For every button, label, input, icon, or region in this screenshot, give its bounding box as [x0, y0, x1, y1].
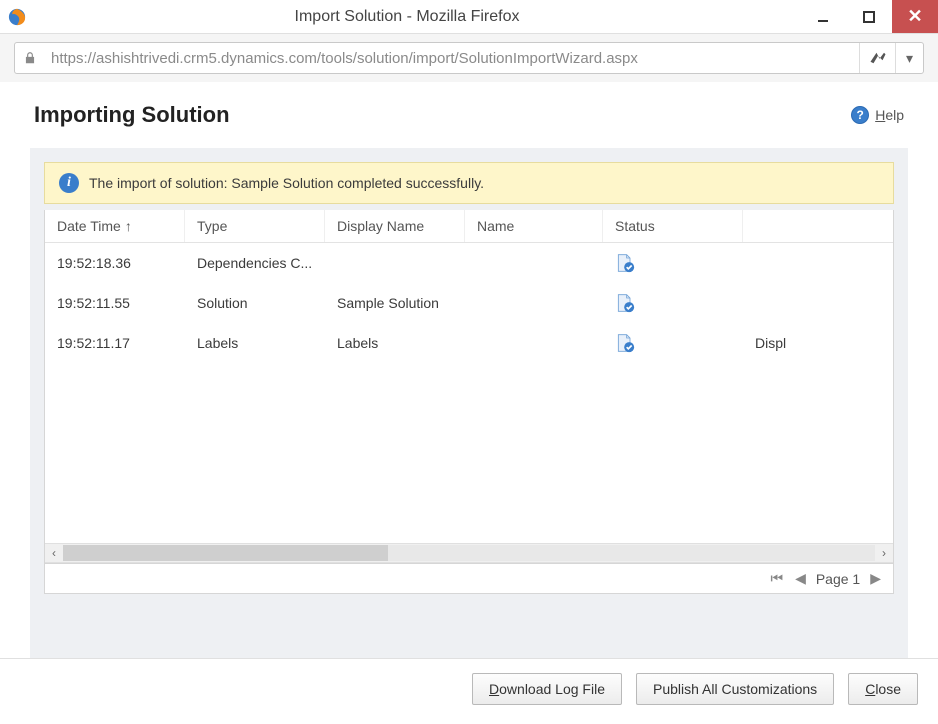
first-page-icon[interactable]: ⏮ — [768, 570, 785, 587]
cell-status — [603, 329, 743, 357]
next-page-icon[interactable]: ▶ — [868, 570, 883, 587]
window-controls: ✕ — [800, 0, 938, 33]
cell-extra: Displ — [743, 329, 893, 357]
maximize-button[interactable] — [846, 0, 892, 33]
download-rest: ownload Log File — [499, 681, 605, 697]
page-title: Importing Solution — [34, 102, 230, 128]
publish-button[interactable]: Publish All Customizations — [636, 673, 834, 705]
cell-datetime: 19:52:11.55 — [45, 289, 185, 317]
cell-extra — [743, 249, 893, 277]
share-icon[interactable] — [859, 43, 895, 73]
cell-status — [603, 249, 743, 277]
scroll-left-icon[interactable]: ‹ — [45, 546, 63, 560]
url-input[interactable] — [45, 50, 859, 67]
help-label-rest: elp — [885, 107, 904, 123]
sort-asc-icon: ↑ — [125, 218, 132, 234]
table-row[interactable]: 19:52:18.36 Dependencies C... — [45, 243, 893, 283]
horizontal-scrollbar[interactable]: ‹ › — [45, 543, 893, 563]
address-bar: ▾ — [14, 42, 924, 74]
info-icon: i — [59, 173, 79, 193]
download-log-button[interactable]: Download Log File — [472, 673, 622, 705]
scroll-right-icon[interactable]: › — [875, 546, 893, 560]
table-row[interactable]: 19:52:11.17 Labels Labels Displ — [45, 323, 893, 363]
window-title: Import Solution - Mozilla Firefox — [14, 8, 800, 26]
minimize-button[interactable] — [800, 0, 846, 33]
cell-type: Solution — [185, 289, 325, 317]
col-extra — [743, 210, 893, 242]
window-titlebar: Import Solution - Mozilla Firefox ✕ — [0, 0, 938, 34]
scroll-track[interactable] — [63, 545, 875, 561]
cell-display-name: Sample Solution — [325, 289, 465, 317]
cell-name — [465, 249, 603, 277]
col-datetime[interactable]: Date Time ↑ — [45, 210, 185, 242]
cell-display-name — [325, 249, 465, 277]
footer-buttons: Download Log File Publish All Customizat… — [0, 658, 938, 719]
close-window-button[interactable]: ✕ — [892, 0, 938, 33]
grid-body: 19:52:18.36 Dependencies C... 19:52:11.5… — [45, 243, 893, 543]
grid-header: Date Time ↑ Type Display Name Name Statu… — [45, 210, 893, 243]
close-rest: lose — [875, 681, 901, 697]
col-type[interactable]: Type — [185, 210, 325, 242]
table-row[interactable]: 19:52:11.55 Solution Sample Solution — [45, 283, 893, 323]
import-panel: i The import of solution: Sample Solutio… — [30, 148, 908, 658]
dropdown-icon[interactable]: ▾ — [895, 43, 923, 73]
prev-page-icon[interactable]: ◀ — [793, 570, 808, 587]
close-button[interactable]: Close — [848, 673, 918, 705]
results-grid: Date Time ↑ Type Display Name Name Statu… — [44, 210, 894, 564]
col-datetime-label: Date Time — [57, 218, 121, 234]
cell-status — [603, 289, 743, 317]
help-icon: ? — [851, 106, 869, 124]
cell-datetime: 19:52:11.17 — [45, 329, 185, 357]
help-link[interactable]: ? Help — [851, 106, 904, 124]
cell-display-name: Labels — [325, 329, 465, 357]
col-display-name[interactable]: Display Name — [325, 210, 465, 242]
cell-extra — [743, 289, 893, 317]
cell-name — [465, 289, 603, 317]
success-banner: i The import of solution: Sample Solutio… — [44, 162, 894, 204]
pager-label: Page 1 — [816, 571, 860, 587]
cell-name — [465, 329, 603, 357]
scroll-thumb[interactable] — [63, 545, 388, 561]
cell-type: Dependencies C... — [185, 249, 325, 277]
cell-datetime: 19:52:18.36 — [45, 249, 185, 277]
banner-text: The import of solution: Sample Solution … — [89, 175, 484, 191]
col-status[interactable]: Status — [603, 210, 743, 242]
cell-type: Labels — [185, 329, 325, 357]
lock-icon — [15, 51, 45, 65]
col-name[interactable]: Name — [465, 210, 603, 242]
pager: ⏮ ◀ Page 1 ▶ — [44, 564, 894, 594]
